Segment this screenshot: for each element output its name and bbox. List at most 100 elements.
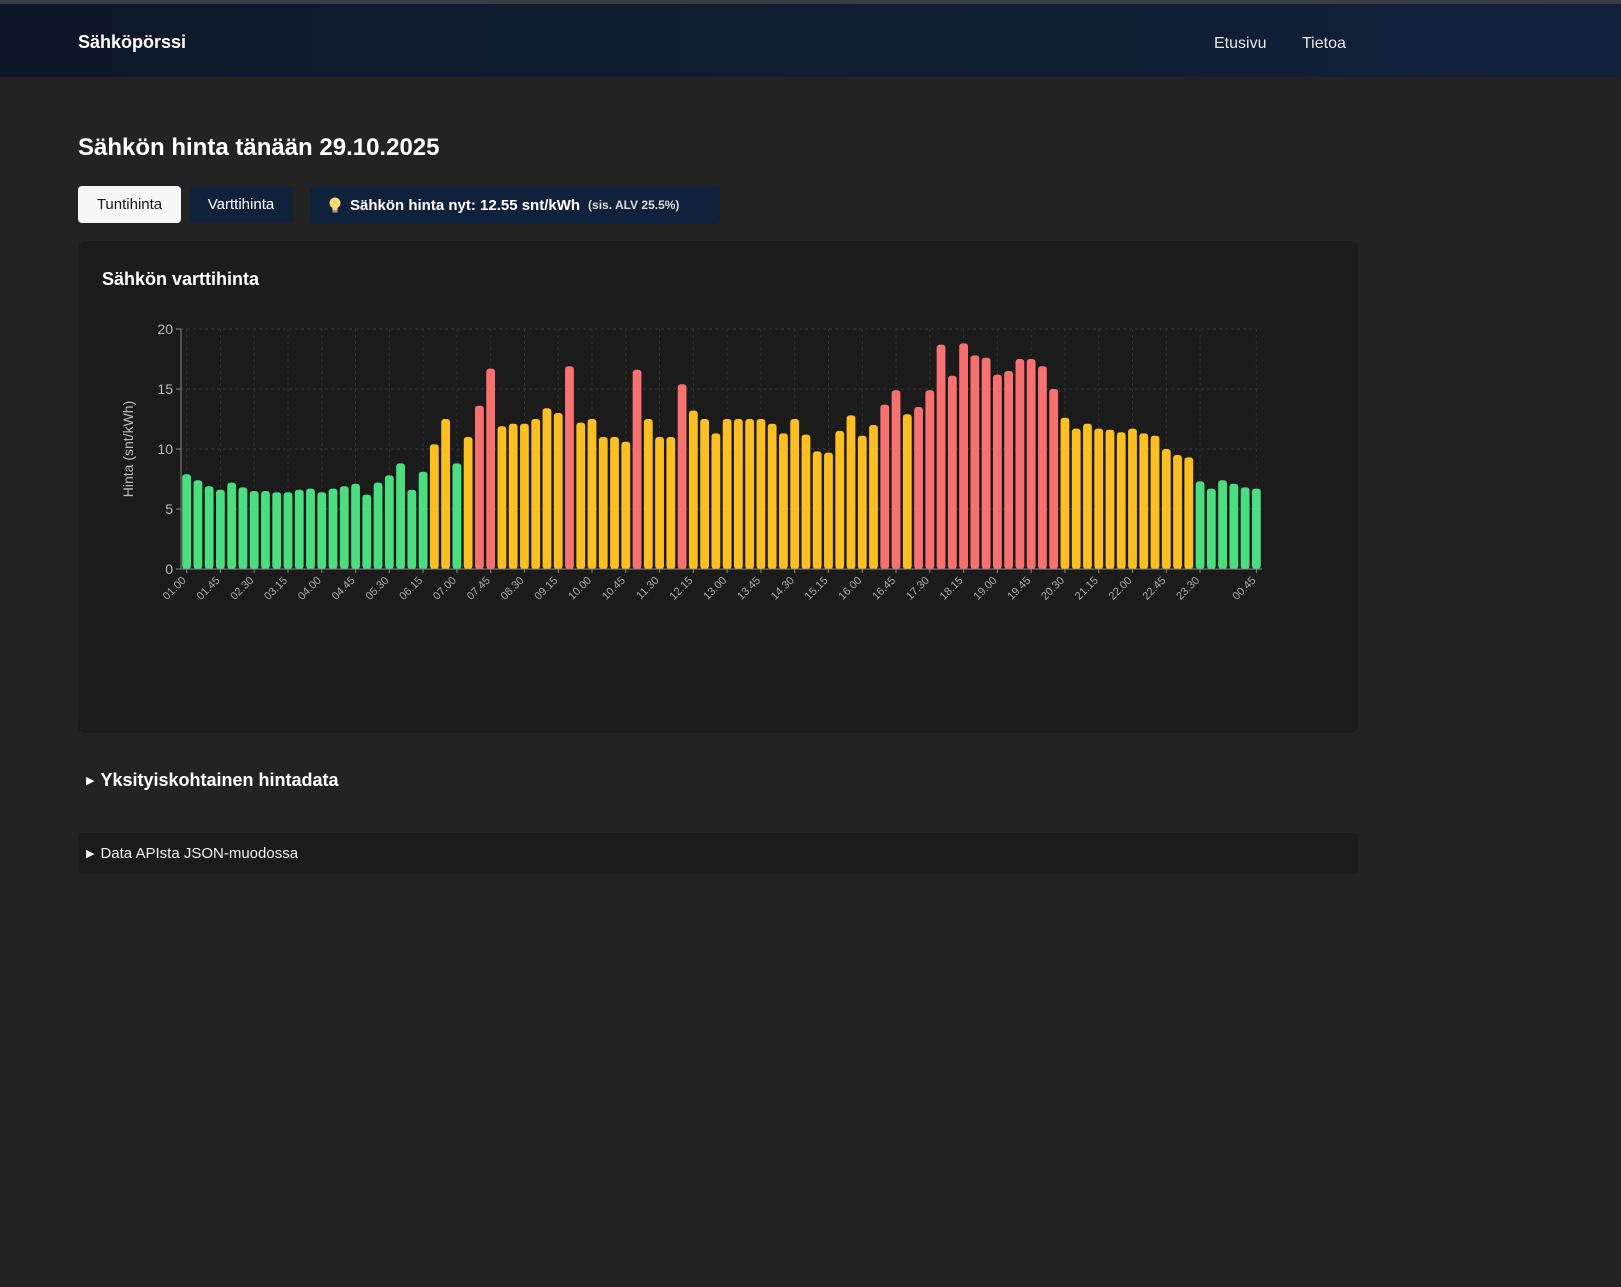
price-bar <box>193 480 203 569</box>
varttihinta-button[interactable]: Varttihinta <box>189 186 293 223</box>
y-tick-label: 10 <box>157 441 173 457</box>
price-bar <box>587 419 597 569</box>
x-tick-label: 17.30 <box>904 575 932 603</box>
x-tick-label: 19.00 <box>972 575 1000 603</box>
price-bar <box>261 491 270 569</box>
x-tick-label: 10.00 <box>566 575 594 603</box>
tuntihinta-button[interactable]: Tuntihinta <box>78 186 181 223</box>
x-tick-label: 16.45 <box>870 575 898 603</box>
details-label: Yksityiskohtainen hintadata <box>100 770 339 790</box>
x-tick-label: 22.00 <box>1107 575 1135 603</box>
price-bar <box>1060 417 1070 569</box>
price-bar <box>869 425 878 569</box>
nav-link-tietoa[interactable]: Tietoa <box>1302 35 1346 53</box>
price-bar <box>700 419 710 569</box>
price-bar <box>1184 457 1194 569</box>
price-bar <box>711 433 721 569</box>
price-bar <box>531 419 541 569</box>
price-bar <box>272 492 282 569</box>
y-axis-title: Hinta (snt/kWh) <box>120 401 136 497</box>
price-chart: 0 5 10 15 20 01.00 01.45 02.30 03.15 04.00 04.45 05… <box>120 321 1262 603</box>
price-bar <box>1218 480 1227 569</box>
price-bar <box>475 405 484 569</box>
triangle-right-icon: ▶ <box>86 775 95 787</box>
price-bar <box>1049 389 1059 569</box>
price-bar <box>317 492 327 569</box>
price-bar <box>1229 483 1239 569</box>
current-price-banner: Sähkön hinta nyt: 12.55 snt/kWh (sis. AL… <box>310 186 720 224</box>
price-bar <box>249 491 259 569</box>
price-bar <box>1004 371 1014 569</box>
vat-note: (sis. ALV 25.5%) <box>588 198 680 212</box>
brand-logo[interactable]: Sähköpörssi <box>78 32 186 53</box>
json-label: Data APIsta JSON-muodossa <box>100 845 299 862</box>
price-bar <box>1150 435 1160 569</box>
price-bar <box>610 437 619 569</box>
price-bar <box>914 407 923 569</box>
price-bar <box>508 423 518 569</box>
price-bar <box>306 488 315 569</box>
x-tick-label: 06.15 <box>397 575 425 603</box>
current-price-text: Sähkön hinta nyt: 12.55 snt/kWh <box>350 196 581 214</box>
x-tick-label: 01.00 <box>161 575 189 603</box>
price-bar <box>745 419 755 569</box>
price-bar <box>1195 481 1205 569</box>
price-bar <box>812 451 822 569</box>
json-section[interactable]: ▶ Data APIsta JSON-muodossa <box>78 833 1358 874</box>
price-bar <box>1173 455 1182 569</box>
price-bar <box>486 368 496 569</box>
price-bar <box>733 419 743 569</box>
price-bar <box>947 375 957 569</box>
price-bar <box>1206 488 1216 569</box>
x-tick-label: 04.00 <box>296 575 324 603</box>
price-bar <box>643 419 653 569</box>
x-tick-label: 07.45 <box>465 575 493 603</box>
price-bar <box>1071 428 1081 569</box>
chart-card: Sähkön varttihinta 0 5 10 15 20 01.00 01.45 02.… <box>78 241 1358 733</box>
price-bar <box>902 414 912 569</box>
price-bar <box>970 355 980 569</box>
price-bar <box>959 343 968 569</box>
page-title: Sähkön hinta tänään 29.10.2025 <box>78 134 440 161</box>
price-bar <box>666 437 676 569</box>
price-bar <box>688 410 698 569</box>
price-bar <box>328 488 338 569</box>
price-bar <box>835 431 845 569</box>
x-tick-label: 01.45 <box>195 575 223 603</box>
price-bar <box>576 422 586 569</box>
price-bar <box>1251 488 1261 569</box>
price-bar <box>779 433 788 569</box>
x-tick-label: 19.45 <box>1005 575 1033 603</box>
x-tick-label: 09.15 <box>532 575 560 603</box>
price-bar <box>182 474 192 569</box>
price-bar <box>227 482 237 569</box>
lightbulb-icon <box>328 197 342 214</box>
x-tick-label: 08.30 <box>499 575 527 603</box>
price-bar <box>824 452 833 569</box>
price-bar <box>1139 433 1149 569</box>
x-tick-label: 16.00 <box>836 575 864 603</box>
price-bar <box>429 444 439 569</box>
price-bar <box>351 483 360 569</box>
price-bar <box>204 486 214 569</box>
price-bar <box>598 437 608 569</box>
price-bar <box>756 419 766 569</box>
price-bar <box>1038 366 1047 569</box>
price-bar <box>1128 428 1137 569</box>
x-tick-label: 04.45 <box>330 575 358 603</box>
x-tick-label: 11.30 <box>634 575 661 602</box>
x-tick-label: 20.30 <box>1039 575 1067 603</box>
x-tick-label: 00.45 <box>1231 575 1259 603</box>
nav-link-etusivu[interactable]: Etusivu <box>1214 35 1266 53</box>
price-bar <box>441 419 451 569</box>
details-toggle[interactable]: ▶ Yksityiskohtainen hintadata <box>86 770 339 791</box>
price-bar <box>846 415 856 569</box>
navbar: Sähköpörssi Etusivu Tietoa <box>0 4 1621 77</box>
price-bar <box>362 494 372 569</box>
y-tick-label: 20 <box>157 321 173 337</box>
x-tick-label: 23.30 <box>1174 575 1202 603</box>
json-toggle[interactable]: ▶ Data APIsta JSON-muodossa <box>86 845 298 862</box>
x-tick-label: 14.30 <box>769 575 797 603</box>
price-bar <box>722 419 732 569</box>
price-bar <box>294 489 304 569</box>
